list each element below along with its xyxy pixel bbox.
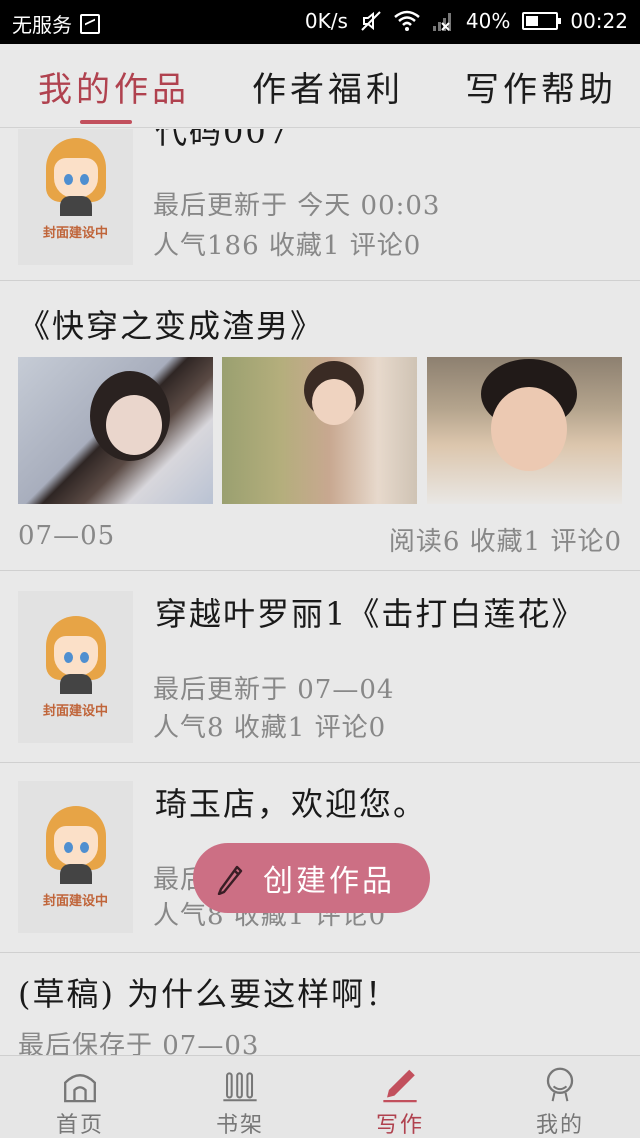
bookshelf-icon	[223, 1072, 257, 1102]
work-date: 07—05	[18, 521, 116, 551]
work-item[interactable]: 《快穿之变成渣男》 07—05 阅读6 收藏1 评论0	[0, 281, 640, 571]
create-work-label: 创建作品	[263, 864, 395, 899]
work-updated: 最后更新于 今天 00:03	[153, 191, 441, 221]
work-title: 穿越叶罗丽1《击打白莲花》	[155, 595, 586, 633]
signal-icon	[432, 13, 451, 31]
battery-icon	[522, 12, 562, 30]
work-stats: 阅读6 收藏1 评论0	[388, 527, 622, 557]
top-tab-bar: 我的作品 作者福利 写作帮助	[0, 44, 640, 128]
work-title: 代码007	[155, 129, 291, 151]
work-image-2	[222, 357, 417, 504]
active-tab-indicator	[80, 120, 132, 124]
work-image-1	[18, 357, 213, 504]
profile-icon	[546, 1067, 574, 1102]
home-icon	[64, 1074, 96, 1103]
draft-item[interactable]: (草稿) 为什么要这样啊！ 最后保存于 07—03	[0, 953, 640, 1055]
anime-avatar-icon	[44, 137, 108, 216]
work-title: 《快穿之变成渣男》	[18, 307, 325, 345]
battery-percent: 40%	[465, 9, 511, 33]
work-item[interactable]: 封面建设中 代码007 最后更新于 今天 00:03 人气186 收藏1 评论0	[0, 129, 640, 281]
work-updated: 最后更新于 07—04	[153, 675, 395, 705]
nav-bookshelf-label: 书架	[215, 1113, 264, 1138]
nav-bookshelf[interactable]: 书架	[160, 1056, 320, 1138]
nav-mine[interactable]: 我的	[480, 1056, 640, 1138]
anime-avatar-icon	[44, 615, 108, 694]
tab-writing-help[interactable]: 写作帮助	[465, 62, 617, 111]
tab-author-benefits[interactable]: 作者福利	[252, 62, 404, 111]
status-bar: 无服务 0K/s 40% 00:22	[0, 0, 640, 44]
draft-saved: 最后保存于 07—03	[18, 1031, 260, 1055]
carrier-text: 无服务	[12, 13, 72, 37]
work-stats: 人气8 收藏1 评论0	[153, 713, 387, 743]
nav-mine-label: 我的	[535, 1113, 584, 1138]
pencil-icon	[217, 865, 243, 895]
nav-home[interactable]: 首页	[0, 1056, 160, 1138]
work-cover-placeholder: 封面建设中	[18, 129, 133, 265]
create-work-button[interactable]: 创建作品	[193, 843, 430, 913]
anime-avatar-icon	[44, 805, 108, 884]
network-speed: 0K/s	[304, 9, 348, 33]
work-cover-placeholder: 封面建设中	[18, 781, 133, 933]
bottom-nav: 首页 书架 写作 我的	[0, 1055, 640, 1138]
clock: 00:22	[570, 9, 628, 33]
pen-icon	[383, 1069, 417, 1103]
work-stats: 人气186 收藏1 评论0	[153, 231, 422, 261]
nav-write-label: 写作	[375, 1113, 424, 1138]
work-title: 琦玉店，欢迎您。	[155, 785, 428, 823]
wifi-icon	[394, 10, 420, 31]
tab-my-works[interactable]: 我的作品	[38, 62, 190, 111]
mute-icon	[361, 11, 381, 31]
work-item[interactable]: 封面建设中 穿越叶罗丽1《击打白莲花》 最后更新于 07—04 人气8 收藏1 …	[0, 571, 640, 763]
image-notification-icon	[80, 13, 100, 34]
draft-title: (草稿) 为什么要这样啊！	[18, 975, 400, 1013]
works-list: 封面建设中 代码007 最后更新于 今天 00:03 人气186 收藏1 评论0…	[0, 129, 640, 1055]
nav-write[interactable]: 写作	[320, 1056, 480, 1138]
work-image-3	[427, 357, 622, 504]
work-cover-placeholder: 封面建设中	[18, 591, 133, 743]
nav-home-label: 首页	[55, 1113, 104, 1138]
